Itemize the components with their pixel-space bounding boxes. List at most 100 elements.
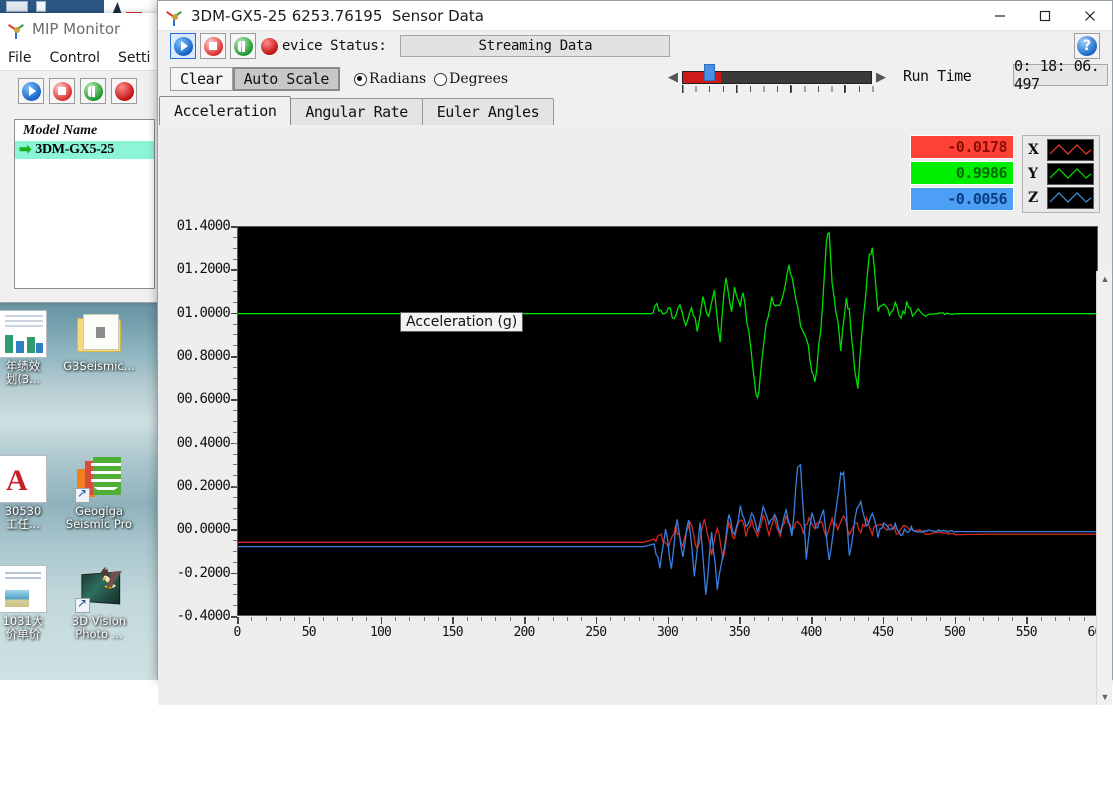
legend-value-x: -0.0178 bbox=[910, 135, 1014, 159]
legend-row-x[interactable]: X bbox=[1028, 139, 1094, 161]
taskbar-icon-2[interactable] bbox=[36, 1, 46, 12]
device-toolbar[interactable]: evice Status: Streaming Data ? bbox=[158, 31, 1112, 61]
legend-thumb-x[interactable] bbox=[1047, 139, 1094, 161]
window-titlebar[interactable]: 3DM-GX5-25 6253.76195 Sensor Data bbox=[158, 1, 1112, 31]
legend: -0.0178 0.9986 -0.0056 X Y bbox=[910, 135, 1100, 213]
sensor-data-window[interactable]: 3DM-GX5-25 6253.76195 Sensor Data evice … bbox=[157, 0, 1113, 680]
model-list-header: Model Name bbox=[15, 120, 154, 141]
x-axis-minor-tick bbox=[1055, 617, 1056, 621]
x-axis-tick-label: 100 bbox=[370, 625, 391, 640]
x-axis-minor-tick bbox=[251, 617, 252, 621]
x-axis-tick bbox=[668, 617, 670, 624]
x-axis-tick-label: 450 bbox=[872, 625, 893, 640]
desktop-icon-doc[interactable]: 1031大 价单价 bbox=[0, 565, 62, 641]
minimize-button[interactable] bbox=[977, 1, 1022, 31]
x-axis-minor-tick bbox=[1069, 617, 1070, 621]
play-button[interactable] bbox=[170, 33, 196, 59]
x-axis-minor-tick bbox=[983, 617, 984, 621]
desktop-icon-g3seismic[interactable]: G3Seismic... bbox=[60, 310, 138, 373]
x-axis-minor-tick bbox=[510, 617, 511, 621]
units-radio-group[interactable]: Radians Degrees bbox=[354, 71, 516, 87]
mip-stop-button[interactable] bbox=[49, 78, 75, 104]
desktop-icon-label: G3Seismic... bbox=[60, 360, 138, 373]
legend-thumb-z[interactable] bbox=[1047, 187, 1094, 209]
menu-file[interactable]: File bbox=[8, 50, 31, 66]
mip-menubar[interactable]: File Control Setti bbox=[0, 45, 161, 71]
time-scroll-slider[interactable]: ◀ ▶ bbox=[668, 66, 893, 92]
x-axis-tick-label: 300 bbox=[657, 625, 678, 640]
desktop-icon-xls[interactable]: 年绩效 划(3... bbox=[0, 310, 62, 386]
x-axis-tick bbox=[524, 617, 526, 624]
spreadsheet-icon bbox=[0, 310, 47, 358]
legend-value-z: -0.0056 bbox=[910, 187, 1014, 211]
slider-thumb[interactable] bbox=[704, 64, 715, 81]
mip-titlebar[interactable]: MIP Monitor bbox=[0, 13, 161, 45]
degrees-radio[interactable] bbox=[434, 73, 447, 86]
x-axis-minor-tick bbox=[825, 617, 826, 621]
y-axis-tick-label: 01.4000 bbox=[177, 218, 230, 234]
triaxis-icon bbox=[8, 20, 26, 38]
legend-row-y[interactable]: Y bbox=[1028, 163, 1094, 185]
auto-scale-button[interactable]: Auto Scale bbox=[233, 67, 340, 91]
taskbar-icon-1[interactable] bbox=[6, 1, 28, 12]
x-axis-minor-tick bbox=[782, 617, 783, 621]
stop-button[interactable] bbox=[200, 33, 226, 59]
maximize-button[interactable] bbox=[1022, 1, 1067, 31]
close-button[interactable] bbox=[1067, 1, 1112, 31]
y-axis-tick-label: 00.2000 bbox=[177, 478, 230, 494]
mip-play-button[interactable] bbox=[18, 78, 44, 104]
mip-monitor-window[interactable]: MIP Monitor File Control Setti Model Nam… bbox=[0, 13, 162, 303]
desktop-icon-label: 30530 工任... bbox=[0, 505, 62, 531]
folder-icon bbox=[75, 310, 123, 358]
x-axis-minor-tick bbox=[854, 617, 855, 621]
x-axis-minor-tick bbox=[682, 617, 683, 621]
x-axis-minor-tick bbox=[624, 617, 625, 621]
series-line-y bbox=[238, 233, 1099, 398]
tab-bar[interactable]: Acceleration Angular Rate Euler Angles bbox=[159, 97, 1112, 125]
model-list-row[interactable]: ➡ 3DM-GX5-25 bbox=[15, 141, 154, 159]
panel-vertical-scrollbar[interactable]: ▲ ▼ bbox=[1096, 271, 1112, 705]
model-list[interactable]: Model Name ➡ 3DM-GX5-25 bbox=[14, 119, 155, 289]
clear-button[interactable]: Clear bbox=[170, 67, 233, 91]
desktop-icon-3dvision[interactable]: 🦅 3D Vision Photo ... bbox=[60, 565, 138, 641]
mip-record-button[interactable] bbox=[111, 78, 137, 104]
help-button[interactable]: ? bbox=[1074, 33, 1100, 59]
desktop-icon-geogiga[interactable]: Geogiga Seismic Pro bbox=[60, 455, 138, 531]
scroll-right-arrow-icon[interactable]: ▶ bbox=[876, 70, 887, 84]
scroll-left-arrow-icon[interactable]: ◀ bbox=[668, 70, 679, 84]
x-axis-minor-tick bbox=[467, 617, 468, 621]
x-axis-minor-tick bbox=[926, 617, 927, 621]
shortcut-overlay-icon bbox=[75, 598, 90, 613]
menu-control[interactable]: Control bbox=[49, 50, 100, 66]
y-axis-tick-label: -0.2000 bbox=[177, 565, 230, 581]
x-axis-tick bbox=[309, 617, 311, 624]
window-controls[interactable] bbox=[977, 1, 1112, 31]
mip-pause-button[interactable] bbox=[80, 78, 106, 104]
tab-acceleration[interactable]: Acceleration bbox=[159, 96, 291, 125]
plot-area[interactable]: Acceleration (g) bbox=[237, 226, 1098, 616]
scroll-down-arrow-icon[interactable]: ▼ bbox=[1097, 689, 1113, 705]
pause-icon bbox=[234, 37, 253, 56]
record-button[interactable] bbox=[260, 33, 278, 59]
tab-angular-rate[interactable]: Angular Rate bbox=[290, 98, 422, 125]
mip-toolbar[interactable] bbox=[0, 71, 161, 111]
acceleration-chart[interactable]: 01.400001.200001.000000.800000.600000.40… bbox=[160, 226, 1100, 806]
tab-euler-angles[interactable]: Euler Angles bbox=[422, 98, 554, 125]
pause-button[interactable] bbox=[230, 33, 256, 59]
desktop-icon-pdf[interactable]: A 30530 工任... bbox=[0, 455, 62, 531]
radians-radio[interactable] bbox=[354, 73, 367, 86]
x-axis-minor-tick bbox=[280, 617, 281, 621]
x-axis-minor-tick bbox=[1012, 617, 1013, 621]
x-axis-minor-tick bbox=[294, 617, 295, 621]
legend-row-z[interactable]: Z bbox=[1028, 187, 1094, 209]
help-icon: ? bbox=[1077, 36, 1097, 56]
waveform-svg bbox=[238, 227, 1099, 617]
chart-controls-toolbar[interactable]: Clear Auto Scale Radians Degrees ◀ ▶ Run… bbox=[158, 61, 1112, 97]
slider-major-ticks bbox=[682, 85, 874, 93]
menu-settings[interactable]: Setti bbox=[118, 50, 150, 66]
legend-axis-y: Y bbox=[1028, 166, 1040, 182]
scroll-up-arrow-icon[interactable]: ▲ bbox=[1097, 271, 1113, 287]
x-axis-minor-tick bbox=[581, 617, 582, 621]
y-axis-tick-label: 01.0000 bbox=[177, 305, 230, 321]
legend-thumb-y[interactable] bbox=[1047, 163, 1094, 185]
